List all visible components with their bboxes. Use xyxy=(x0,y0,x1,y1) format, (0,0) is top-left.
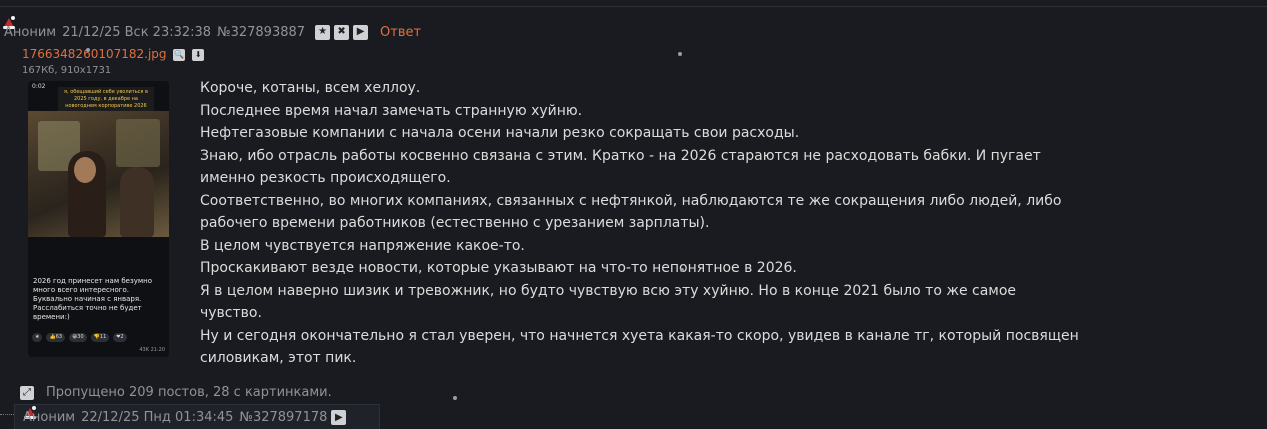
omitted-posts[interactable]: ⤢ Пропущено 209 постов, 28 с картинками. xyxy=(20,385,332,400)
message-line: именно резкость происходящего. xyxy=(200,170,451,186)
telegram-post-text: 2026 год принесет нам безумно много всег… xyxy=(33,277,152,321)
omitted-text: Пропущено 209 постов, 28 с картинками. xyxy=(46,385,332,400)
reactions-row: ★ 👍63 😁30 👎11 ❤2 xyxy=(32,333,127,342)
reaction-heart: ❤2 xyxy=(113,333,127,342)
download-icon[interactable]: ⬇ xyxy=(192,48,205,61)
message-line: чувство. xyxy=(200,305,262,321)
top-divider xyxy=(0,6,1267,7)
message-line: В целом чувствуется напряжение какое-то. xyxy=(200,237,525,254)
views-count: 43K 21:20 xyxy=(139,347,165,353)
attachment-thumbnail[interactable]: 0:02 я, обещавший себе уволиться в 2025 … xyxy=(28,81,169,357)
message-line: силовикам, этот пик. xyxy=(200,350,357,366)
reaction-dislike: 👎11 xyxy=(90,333,110,342)
post-date: 22/12/25 Пнд 01:34:45 xyxy=(81,410,234,425)
message-line: Нефтегазовые компании с начала осени нач… xyxy=(200,125,800,141)
reply-link[interactable]: Ответ xyxy=(380,25,421,40)
message-line: Соответственно, во многих компаниях, свя… xyxy=(200,192,1062,209)
snow-dot xyxy=(678,52,682,56)
attachment-meta: 167Кб, 910x1731 xyxy=(22,65,112,76)
message-line: Знаю, ибо отрасль работы косвенно связан… xyxy=(200,147,1041,164)
message-line: Я в целом наверно шизик и тревожник, но … xyxy=(200,282,1017,299)
reaction-laugh: 😁30 xyxy=(69,333,87,342)
post-header: Аноним 21/12/25 Вск 23:32:38 №327893887 … xyxy=(4,23,421,41)
menu-arrow-icon[interactable]: ▶ xyxy=(353,24,369,40)
hide-close-icon[interactable]: ✖ xyxy=(334,24,350,40)
snow-dot xyxy=(680,268,684,272)
post-message: Короче, котаны, всем хеллоу. Последнее в… xyxy=(200,77,1140,370)
favorite-star-icon[interactable]: ★ xyxy=(315,24,331,40)
post-number[interactable]: №327893887 xyxy=(217,25,305,40)
post-date: 21/12/25 Вск 23:32:38 xyxy=(62,24,212,40)
snow-dot xyxy=(86,48,90,52)
op-post: Аноним 21/12/25 Вск 23:32:38 №327893887 … xyxy=(0,14,1267,370)
video-time: 0:02 xyxy=(32,83,46,90)
meme-caption: я, обещавший себе уволиться в 2025 году,… xyxy=(58,87,154,112)
poster-name: Аноним xyxy=(4,24,57,40)
menu-arrow-icon[interactable]: ▶ xyxy=(331,410,347,425)
post-number[interactable]: №327897178 xyxy=(239,410,327,425)
message-line: Ну и сегодня окончательно я стал уверен,… xyxy=(200,327,1079,344)
filename-link[interactable]: 1766348260107182.jpg xyxy=(22,47,167,61)
message-line: рабочего времени работников (естественно… xyxy=(200,215,710,231)
expand-icon[interactable]: ⤢ xyxy=(20,385,34,400)
message-line: Проскакивают везде новости, которые указ… xyxy=(200,260,797,276)
message-line: Короче, котаны, всем хеллоу. xyxy=(200,80,421,96)
snow-dot xyxy=(453,396,457,400)
reaction-like: 👍63 xyxy=(46,333,66,342)
search-icon[interactable]: 🔍 xyxy=(173,48,186,61)
reaction-star: ★ xyxy=(32,333,43,342)
attachment-filename: 1766348260107182.jpg 🔍 ⬇ xyxy=(22,47,205,61)
message-line: Последнее время начал замечать странную … xyxy=(200,102,583,119)
reply-connector xyxy=(0,414,14,415)
poster-name: Аноним xyxy=(23,410,76,425)
reply-post: Аноним 22/12/25 Пнд 01:34:45 №327897178 … xyxy=(14,404,380,429)
reply-post-header: Аноним 22/12/25 Пнд 01:34:45 №327897178 … xyxy=(23,410,347,425)
meme-photo xyxy=(28,111,169,237)
